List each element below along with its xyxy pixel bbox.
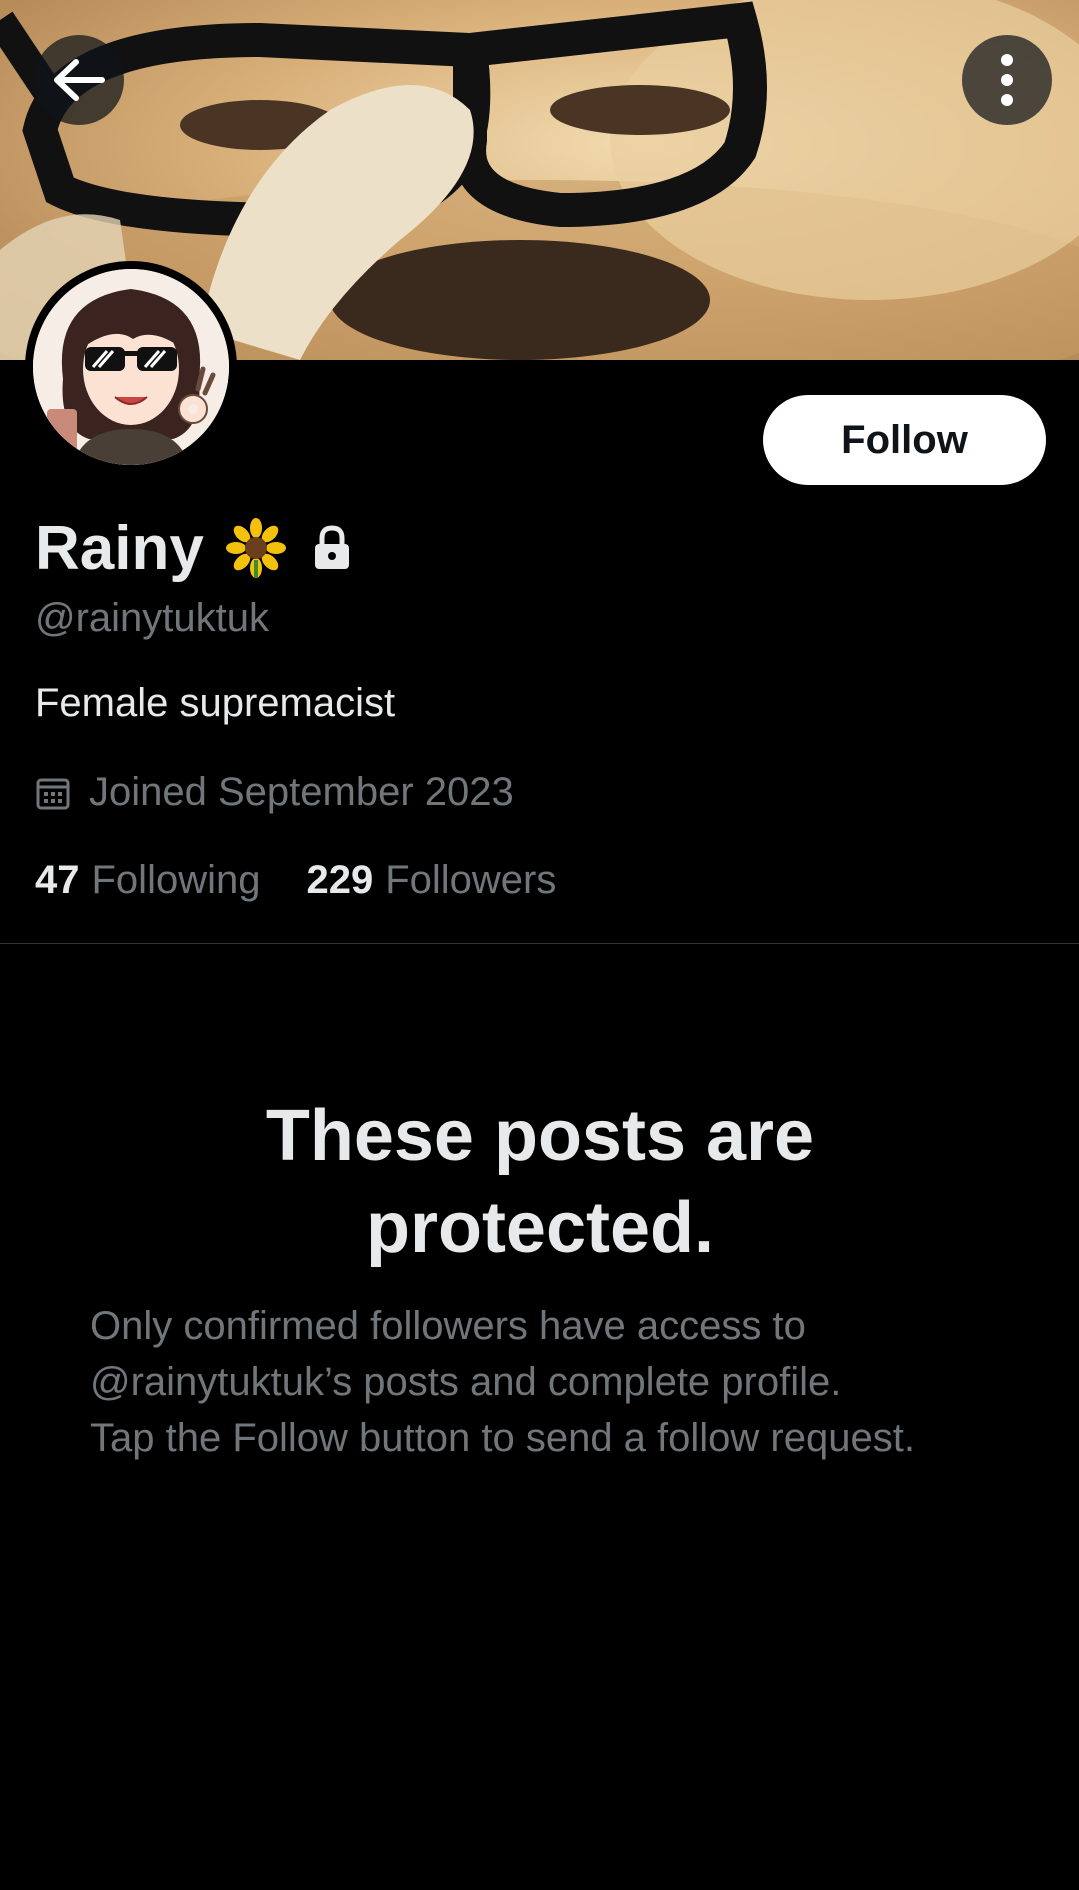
- divider: [0, 943, 1079, 944]
- following-label: Following: [91, 858, 261, 902]
- follow-button[interactable]: Follow: [763, 395, 1046, 485]
- arrow-left-icon: [54, 59, 105, 101]
- protected-description-line: Tap the Follow button to send a follow r…: [90, 1416, 915, 1460]
- sunflower-icon: [225, 518, 286, 578]
- protected-description: Only confirmed followers have access to …: [90, 1298, 1030, 1466]
- avatar[interactable]: [25, 261, 237, 473]
- protected-description-line: @rainytuktuk’s posts and complete profil…: [90, 1360, 842, 1404]
- profile-bio: Female supremacist: [35, 681, 396, 725]
- protected-description-line: Only confirmed followers have access to: [90, 1304, 806, 1348]
- joined-text: Joined September 2023: [89, 770, 514, 814]
- avatar-image: [33, 269, 229, 465]
- profile-handle: @rainytuktuk: [35, 596, 270, 640]
- more-options-button[interactable]: [962, 35, 1052, 125]
- profile-stats: 47 Following 229 Followers: [35, 858, 556, 903]
- calendar-icon: [36, 778, 70, 809]
- vertical-ellipsis-icon: [1001, 54, 1013, 106]
- followers-label: Followers: [385, 858, 557, 902]
- joined-date: Joined September 2023: [35, 770, 514, 815]
- display-name: Rainy: [35, 513, 204, 583]
- followers-link[interactable]: 229 Followers: [306, 858, 556, 903]
- following-count: 47: [35, 858, 80, 902]
- protected-title: These posts are protected.: [265, 1096, 815, 1268]
- name-row: Rainy: [35, 508, 352, 588]
- back-button[interactable]: [34, 35, 124, 125]
- lock-icon: [314, 525, 349, 569]
- followers-count: 229: [306, 858, 374, 902]
- following-link[interactable]: 47 Following: [35, 858, 260, 903]
